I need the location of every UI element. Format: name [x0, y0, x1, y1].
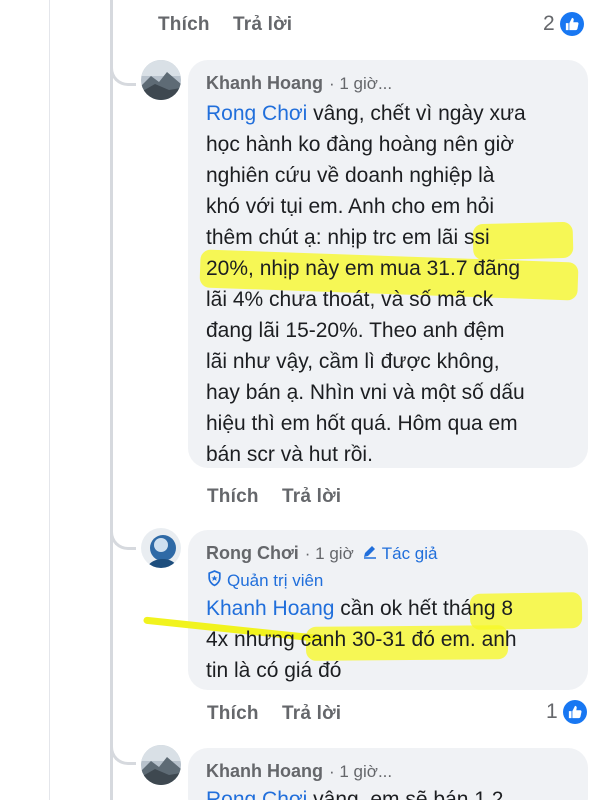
comment-line: khó với tụi em. Anh cho em hỏi [206, 195, 495, 218]
mention-link[interactable]: Rong Chơi [206, 102, 307, 125]
admin-badge: Quản trị viên [206, 570, 323, 592]
thread-line [110, 0, 113, 800]
comment-line: bán scr và hut rồi. [206, 443, 373, 466]
comment-author[interactable]: Khanh Hoang [206, 761, 323, 782]
like-icon [559, 12, 584, 36]
author-badge: Tác giả [381, 544, 438, 563]
thread-connector [110, 520, 136, 550]
comment-line: đang lãi 15-20%. Theo anh đệm [206, 319, 505, 342]
reaction-count: 2 [543, 12, 555, 35]
mention-link[interactable]: Rong Chơi [206, 788, 307, 800]
comment-line: học hành ko đàng hoàng nên giờ [206, 133, 515, 156]
comment-header: Rong Chơi · 1 giờ Tác giả [206, 543, 437, 564]
thread-connector [110, 40, 136, 86]
comment-time[interactable]: · 1 giờ [305, 544, 354, 564]
comment-line: hiệu thì em hốt quá. Hôm qua em [206, 412, 518, 435]
thread-connector [110, 735, 136, 765]
reaction-summary[interactable]: 2 [543, 12, 584, 36]
comment-body: Rong Chơi vâng, chết vì ngày xưa học hàn… [206, 98, 526, 470]
mention-link[interactable]: Khanh Hoang [206, 597, 334, 620]
reply-action[interactable]: Trả lời [282, 703, 341, 725]
reaction-count: 1 [546, 700, 558, 723]
comment-author[interactable]: Rong Chơi [206, 543, 299, 564]
comment-line: 4x nhưng canh 30-31 đó em. anh [206, 628, 517, 651]
pencil-icon [362, 543, 378, 559]
comment-line: lãi như vậy, cầm lì được không, [206, 350, 500, 373]
feed-left-border [49, 0, 50, 800]
comment-line: Khanh Hoang cần ok hết tháng 8 [206, 597, 514, 620]
comment-line: Rong Chơi vâng, chết vì ngày xưa [206, 102, 526, 125]
reply-action[interactable]: Trả lời [282, 486, 341, 508]
avatar[interactable] [141, 60, 181, 100]
comment-line: Rong Chơi vâng, em sẽ bán 1.2 [206, 784, 503, 800]
comment-body: Khanh Hoang cần ok hết tháng 8 4x nhưng … [206, 593, 517, 686]
avatar[interactable] [141, 528, 181, 568]
comment-line: 20%, nhịp này em mua 31.7 đãng [206, 257, 521, 280]
shield-icon [206, 570, 223, 592]
avatar[interactable] [141, 745, 181, 785]
like-action[interactable]: Thích [158, 14, 210, 36]
comment-line: hay bán ạ. Nhìn vni và một số dấu [206, 381, 525, 404]
comment-time[interactable]: · 1 giờ... [329, 74, 392, 94]
comment-line: lãi 4% chưa thoát, và số mã ck [206, 288, 494, 311]
reaction-summary[interactable]: 1 [546, 700, 587, 724]
like-action[interactable]: Thích [207, 703, 259, 725]
admin-badge-label: Quản trị viên [227, 571, 324, 590]
comment-author[interactable]: Khanh Hoang [206, 73, 323, 94]
like-action[interactable]: Thích [207, 486, 259, 508]
comment-line: thêm chút ạ: nhịp trc em lãi ssi [206, 226, 490, 249]
comment-header: Khanh Hoang · 1 giờ... [206, 761, 392, 782]
comment-header: Khanh Hoang · 1 giờ... [206, 73, 392, 94]
reply-action[interactable]: Trả lời [233, 14, 292, 36]
like-icon [562, 700, 587, 724]
comment-time[interactable]: · 1 giờ... [329, 762, 392, 782]
comment-line: nghiên cứu về doanh nghiệp là [206, 164, 495, 187]
comment-line: tin là có giá đó [206, 659, 342, 682]
comment-body: Rong Chơi vâng, em sẽ bán 1.2 [206, 784, 503, 800]
